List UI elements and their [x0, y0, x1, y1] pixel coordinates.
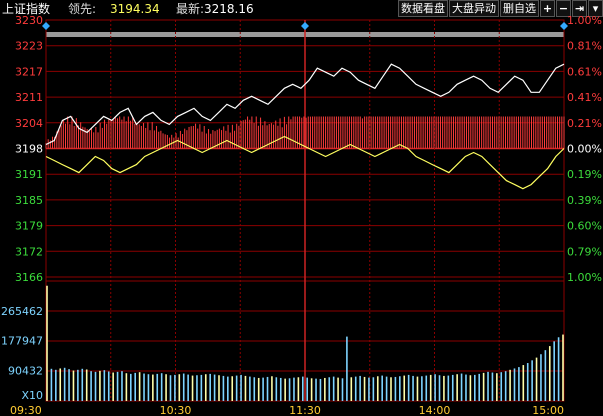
price-tick-label: 3198: [15, 143, 43, 156]
time-tick-label: 15:00: [532, 404, 564, 416]
volume-unit-label: X10: [21, 389, 43, 402]
price-tick-label: 3172: [15, 245, 43, 258]
time-tick-label: 14:00: [419, 404, 451, 416]
scroll-marker-icon: [301, 22, 309, 30]
volume-axis-labels: 265462 177947 90432 X10: [1, 305, 43, 402]
percent-tick-label: 0.39%: [567, 194, 602, 207]
percent-tick-label: 0.21%: [567, 117, 602, 130]
price-tick-label: 3204: [15, 117, 43, 130]
scroll-marker-icon: [42, 22, 50, 30]
price-axis-labels: 3230 3223 3217 3211 3204 3198 3191 3185 3179 3172…: [15, 14, 43, 284]
chart-grid: [45, 19, 565, 402]
price-tick-label: 3230: [15, 14, 43, 27]
percent-tick-label: 0.79%: [567, 245, 602, 258]
price-tick-label: 3211: [15, 91, 43, 104]
time-axis-labels: 09:30 10:30 11:30 14:00 15:00: [10, 404, 564, 416]
intraday-chart[interactable]: 3230 3223 3217 3211 3204 3198 3191 3185 3179 3172…: [0, 0, 603, 416]
price-tick-label: 3166: [15, 271, 43, 284]
scrollbar-markers: [42, 22, 568, 30]
price-tick-label: 3223: [15, 40, 43, 53]
time-tick-label: 10:30: [160, 404, 192, 416]
percent-tick-label: 0.00%: [567, 143, 602, 156]
volume-tick-label: 265462: [1, 305, 43, 318]
price-tick-label: 3191: [15, 168, 43, 181]
percent-tick-label: 0.81%: [567, 40, 602, 53]
time-tick-label: 11:30: [289, 404, 321, 416]
percent-tick-label: 0.41%: [567, 91, 602, 104]
percent-axis-labels: 1.00% 0.81% 0.61% 0.41% 0.21% 0.00% 0.19% 0.39%…: [567, 14, 602, 284]
price-tick-label: 3185: [15, 194, 43, 207]
volume-tick-label: 177947: [1, 335, 43, 348]
percent-tick-label: 0.61%: [567, 65, 602, 78]
percent-tick-label: 0.60%: [567, 220, 602, 233]
percent-tick-label: 1.00%: [567, 14, 602, 27]
time-tick-label: 09:30: [10, 404, 42, 416]
price-tick-label: 3217: [15, 65, 43, 78]
price-tick-label: 3179: [15, 220, 43, 233]
volume-tick-label: 90432: [8, 364, 43, 377]
percent-tick-label: 1.00%: [567, 271, 602, 284]
percent-tick-label: 0.19%: [567, 168, 602, 181]
